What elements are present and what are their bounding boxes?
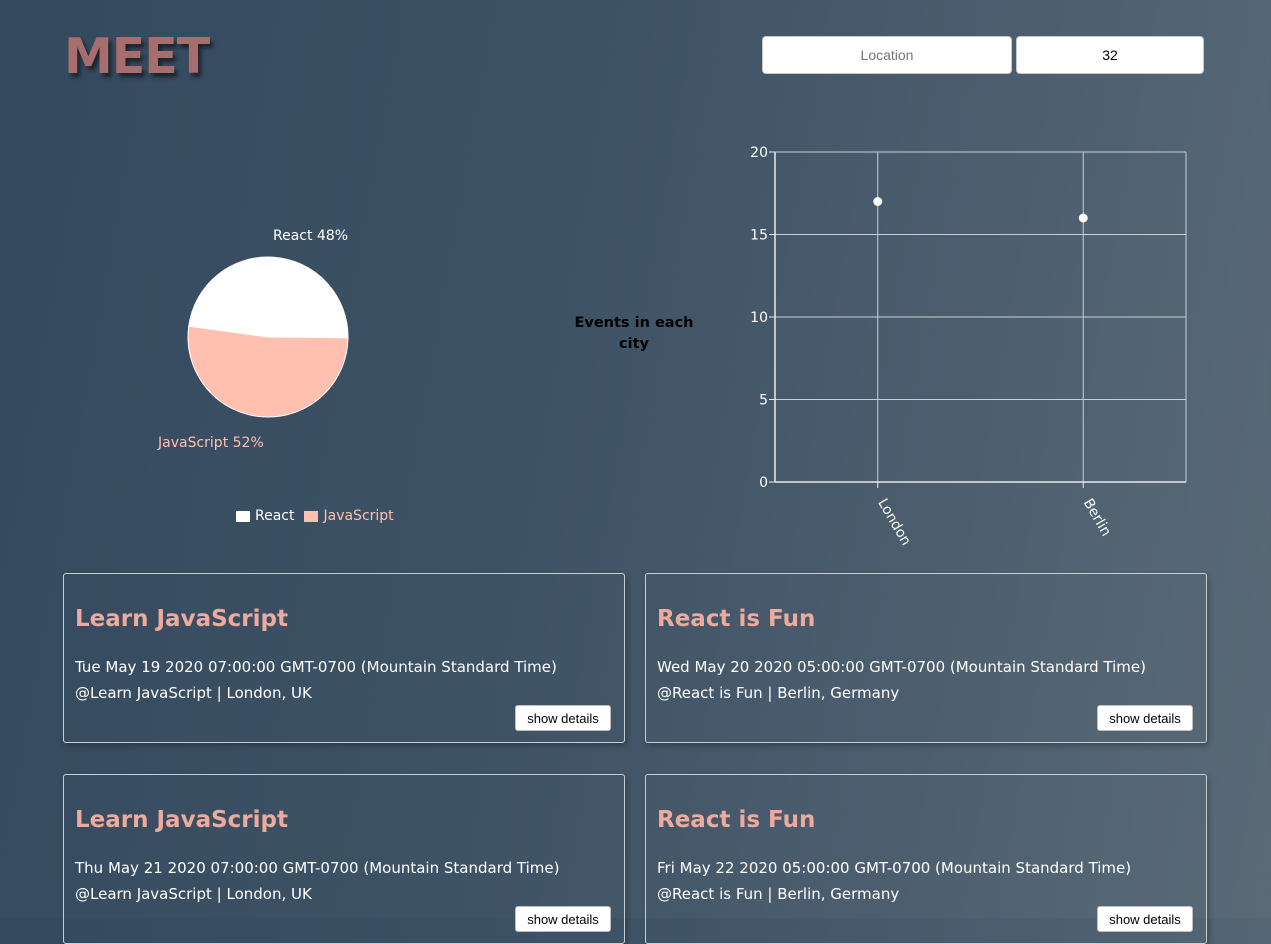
y-tick-label: 5: [759, 393, 768, 409]
show-details-button[interactable]: show details: [515, 906, 611, 932]
x-tick-label-berlin: Berlin: [1080, 496, 1114, 539]
event-start-time: Fri May 22 2020 05:00:00 GMT-0700 (Mount…: [657, 859, 1132, 877]
y-tick-label: 15: [750, 228, 768, 244]
event-location: @Learn JavaScript | London, UK: [75, 684, 312, 702]
pie-slice-react: [188, 256, 349, 339]
show-details-button[interactable]: show details: [1097, 906, 1193, 932]
event-location: @React is Fun | Berlin, Germany: [657, 885, 900, 903]
genre-pie-chart: React 48% JavaScript 52%: [157, 228, 349, 451]
pie-label-react: React 48%: [273, 228, 348, 244]
legend-label-react: React: [255, 508, 295, 524]
y-tick-label: 20: [750, 145, 768, 161]
show-details-button[interactable]: show details: [1097, 705, 1193, 731]
event-start-time: Tue May 19 2020 07:00:00 GMT-0700 (Mount…: [75, 658, 557, 676]
event-card: React is Fun Fri May 22 2020 05:00:00 GM…: [645, 774, 1207, 944]
event-start-time: Thu May 21 2020 07:00:00 GMT-0700 (Mount…: [75, 859, 560, 877]
number-of-events-input[interactable]: [1016, 36, 1204, 74]
data-point-berlin: [1078, 213, 1088, 223]
show-details-button[interactable]: show details: [515, 705, 611, 731]
event-card: React is Fun Wed May 20 2020 05:00:00 GM…: [645, 573, 1207, 743]
events-per-city-scatter-chart: 0 5 10 15 20 London Berlin: [750, 145, 1187, 548]
city-search-input[interactable]: [762, 36, 1012, 74]
event-card: Learn JavaScript Tue May 19 2020 07:00:0…: [63, 573, 625, 743]
legend-item-javascript: JavaScript: [304, 508, 394, 524]
pie-label-javascript: JavaScript 52%: [157, 435, 264, 451]
pie-legend: React JavaScript: [236, 508, 404, 524]
legend-swatch-javascript: [304, 510, 319, 522]
y-tick-label: 0: [759, 475, 768, 491]
event-title: Learn JavaScript: [75, 606, 288, 632]
data-point-london: [873, 197, 883, 206]
event-start-time: Wed May 20 2020 05:00:00 GMT-0700 (Mount…: [657, 658, 1146, 676]
legend-swatch-react: [236, 510, 250, 522]
legend-item-react: React: [236, 508, 294, 524]
event-location: @React is Fun | Berlin, Germany: [657, 684, 900, 702]
pie-slice-javascript: [187, 325, 349, 418]
y-tick-label: 10: [750, 310, 768, 326]
app-title: MEET: [64, 28, 210, 85]
event-title: React is Fun: [657, 807, 816, 833]
legend-label-javascript: JavaScript: [323, 508, 394, 524]
event-title: Learn JavaScript: [75, 807, 288, 833]
event-title: React is Fun: [657, 606, 816, 632]
event-card: Learn JavaScript Thu May 21 2020 07:00:0…: [63, 774, 625, 944]
event-location: @Learn JavaScript | London, UK: [75, 885, 312, 903]
scatter-chart-title: Events in each city: [574, 315, 694, 352]
x-tick-label-london: London: [874, 496, 914, 548]
